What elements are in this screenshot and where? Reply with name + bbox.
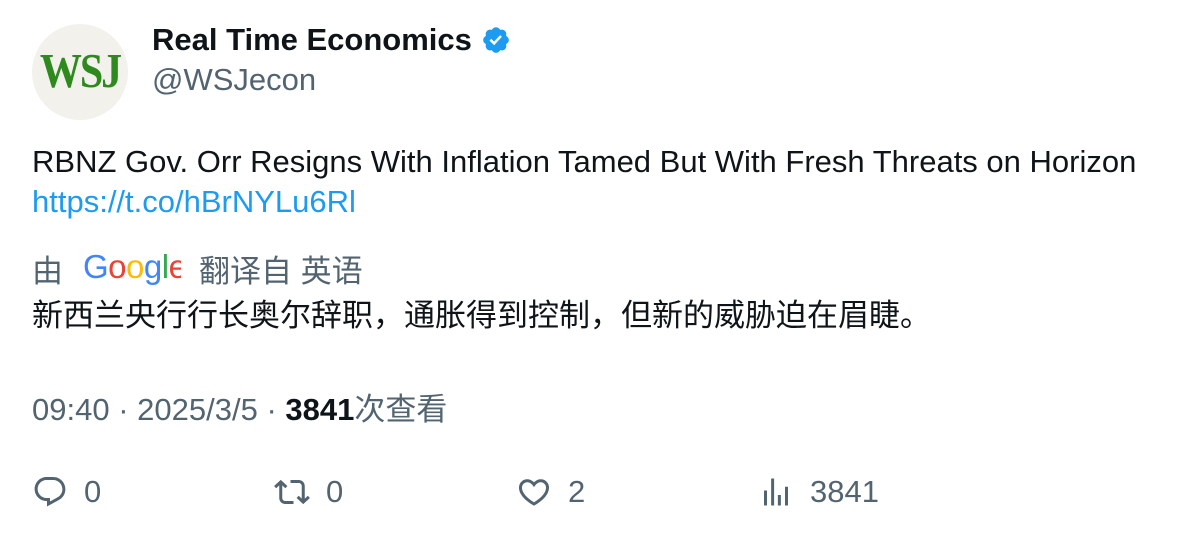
bar-chart-icon [764,478,788,506]
views-button[interactable]: 3841 [758,468,879,516]
views-count-action: 3841 [810,474,879,509]
svg-text:Google: Google [83,250,181,285]
action-bar: 0 0 2 3841 [32,468,1172,516]
heart-icon [518,479,550,506]
translation-attribution: 由 Google 翻译自 英语 [32,246,363,290]
reply-count: 0 [84,474,102,509]
tweet-time[interactable]: 09:40 [32,392,110,427]
avatar[interactable]: WSJ [32,24,128,120]
views-count: 3841 [285,392,355,427]
display-name-row[interactable]: Real Time Economics [152,22,511,58]
meta-separator: · [118,392,129,427]
retweet-icon [274,479,310,505]
retweet-count: 0 [326,474,344,509]
meta-separator: · [266,392,277,427]
google-logo-icon[interactable]: Google [83,250,181,286]
display-name[interactable]: Real Time Economics [152,22,472,58]
account-handle[interactable]: @WSJecon [152,62,316,98]
tweet-date[interactable]: 2025/3/5 [137,392,258,427]
tweet-meta: 09:40 · 2025/3/5 · 3841次查看 [32,384,447,429]
retweet-button[interactable]: 0 [274,468,343,516]
tweet-text: RBNZ Gov. Orr Resigns With Inflation Tam… [32,142,1152,222]
verified-badge-icon[interactable] [481,25,511,55]
like-count: 2 [568,474,586,509]
translation-suffix[interactable]: 翻译自 英语 [199,246,363,291]
reply-icon [34,477,66,507]
views-label: 次查看 [354,392,448,427]
like-button[interactable]: 2 [516,468,585,516]
translation-prefix: 由 [32,253,63,289]
reply-button[interactable]: 0 [32,468,101,516]
avatar-logo-text: WSJ [39,45,122,99]
tweet-body: RBNZ Gov. Orr Resigns With Inflation Tam… [32,144,1137,179]
translated-text: 新西兰央行行长奥尔辞职，通胀得到控制，但新的威胁迫在眉睫。 [32,298,931,333]
tweet-link[interactable]: https://t.co/hBrNYLu6Rl [32,184,356,219]
